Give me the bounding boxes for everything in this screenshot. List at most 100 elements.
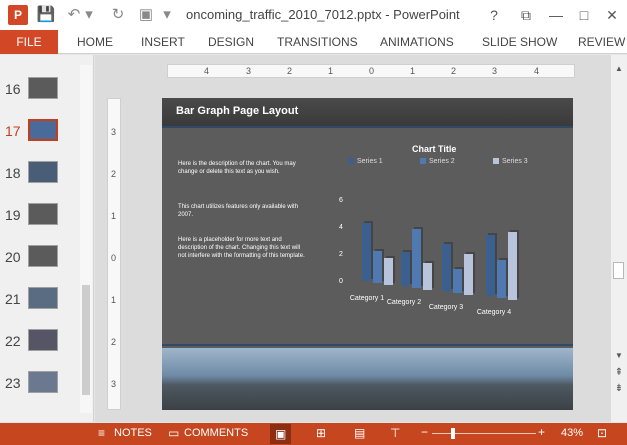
fit-slide-icon[interactable]: ⊡ <box>597 426 607 440</box>
reading-view-icon[interactable]: ▤ <box>354 426 365 440</box>
ruler-label: 2 <box>111 337 117 347</box>
slide-title[interactable]: Bar Graph Page Layout <box>176 105 298 117</box>
slide-preview <box>28 77 58 99</box>
bar-2-3 <box>453 269 462 293</box>
maximize-button[interactable]: □ <box>572 4 596 26</box>
horizontal-ruler: 4 3 2 1 0 1 2 3 4 <box>167 64 575 78</box>
placeholder-paragraph[interactable]: Here is a placeholder for more text and … <box>178 236 310 260</box>
slide-number: 23 <box>5 375 21 391</box>
slide-number: 19 <box>5 207 21 223</box>
slide-show-icon[interactable]: ⊤ <box>390 426 400 440</box>
category-label-4: Category 4 <box>476 309 512 316</box>
slide-preview <box>28 287 58 309</box>
footer-divider-line <box>162 344 573 346</box>
slide-number: 21 <box>5 291 21 307</box>
ruler-label: 1 <box>328 66 334 76</box>
slide-number: 22 <box>5 333 21 349</box>
ruler-label: 3 <box>246 66 252 76</box>
description-paragraph[interactable]: Here is the description of the chart. Yo… <box>178 160 310 176</box>
zoom-out-icon[interactable]: − <box>421 425 428 439</box>
bar-2-1 <box>373 251 382 283</box>
undo-icon[interactable]: ↶ <box>64 5 84 25</box>
next-slide-icon[interactable]: ⇟ <box>611 383 627 394</box>
window-title: oncoming_traffic_2010_7012.pptx - PowerP… <box>186 7 460 22</box>
ruler-label: 0 <box>111 253 117 263</box>
scroll-up-icon[interactable]: ▲ <box>611 64 627 73</box>
bar-3-4 <box>508 232 517 300</box>
category-label-3: Category 3 <box>428 304 464 311</box>
legend-series-3: Series 3 <box>493 158 528 165</box>
minimize-button[interactable]: — <box>544 4 568 26</box>
ruler-label: 2 <box>111 169 117 179</box>
ruler-label: 0 <box>369 66 375 76</box>
tab-review[interactable]: REVIEW <box>578 35 625 49</box>
customize-toolbar-icon[interactable]: ▾ <box>160 5 174 25</box>
save-icon[interactable]: 💾 <box>36 5 56 25</box>
zoom-level[interactable]: 43% <box>561 427 583 439</box>
notes-button[interactable]: NOTES <box>114 427 152 439</box>
tab-file[interactable]: FILE <box>0 30 58 54</box>
legend-swatch <box>348 158 354 165</box>
slide-preview <box>28 371 58 393</box>
thumbnail-scroll-thumb[interactable] <box>82 285 90 395</box>
close-button[interactable]: ✕ <box>600 4 624 26</box>
ruler-label: 4 <box>534 66 540 76</box>
legend-swatch <box>420 158 426 165</box>
zoom-slider[interactable] <box>432 433 536 434</box>
slide-preview <box>28 161 58 183</box>
ribbon-display-options-button[interactable]: ⧉ <box>514 4 538 26</box>
title-divider-line <box>162 126 573 128</box>
comments-icon: ▭ <box>168 426 180 440</box>
category-label-2: Category 2 <box>386 299 422 306</box>
zoom-slider-thumb[interactable] <box>451 428 455 439</box>
canvas-scroll-thumb[interactable] <box>613 262 624 279</box>
bar-1-4 <box>486 235 495 296</box>
help-button[interactable]: ? <box>482 4 506 26</box>
bar-2-2 <box>412 229 421 288</box>
ruler-label: 3 <box>111 379 117 389</box>
ruler-label: 3 <box>492 66 498 76</box>
ruler-label: 1 <box>111 295 117 305</box>
current-slide[interactable]: Bar Graph Page Layout Here is the descri… <box>162 98 573 410</box>
y-tick-label: 4 <box>339 224 343 231</box>
bar-1-3 <box>442 244 451 291</box>
comments-button[interactable]: COMMENTS <box>184 427 248 439</box>
ruler-label: 4 <box>204 66 210 76</box>
undo-dropdown-icon[interactable]: ▾ <box>84 5 94 25</box>
ruler-label: 3 <box>111 127 117 137</box>
slide-preview <box>28 203 58 225</box>
slide-sorter-icon[interactable]: ⊞ <box>316 426 326 440</box>
legend-label: Series 2 <box>429 158 455 165</box>
tab-transitions[interactable]: TRANSITIONS <box>277 35 358 49</box>
previous-slide-icon[interactable]: ⇞ <box>611 367 627 378</box>
slide-preview <box>28 329 58 351</box>
title-bar: P 💾 ↶ ▾ ↻ ▣ ▾ oncoming_traffic_2010_7012… <box>0 0 627 30</box>
tab-animations[interactable]: ANIMATIONS <box>380 35 454 49</box>
ruler-label: 2 <box>451 66 457 76</box>
scroll-down-icon[interactable]: ▼ <box>611 351 627 360</box>
normal-view-icon[interactable]: ▣ <box>270 424 292 444</box>
tab-slide-show[interactable]: SLIDE SHOW <box>482 35 557 49</box>
tab-home[interactable]: HOME <box>77 35 113 49</box>
tab-insert[interactable]: INSERT <box>141 35 185 49</box>
legend-label: Series 1 <box>357 158 383 165</box>
notes-icon: ≡ <box>98 426 106 440</box>
bar-3-2 <box>423 263 432 290</box>
vertical-ruler: 3 2 1 0 1 2 3 <box>107 98 121 410</box>
slide-number: 20 <box>5 249 21 265</box>
compatibility-paragraph[interactable]: This chart utilizes features only availa… <box>178 203 310 219</box>
bar-1-1 <box>362 223 371 281</box>
legend-swatch <box>493 158 499 165</box>
y-tick-label: 0 <box>339 278 343 285</box>
redo-icon[interactable]: ↻ <box>108 5 128 25</box>
chart-title: Chart Title <box>412 144 457 154</box>
highway-traffic-photo[interactable] <box>162 348 573 410</box>
y-tick-label: 6 <box>339 197 343 204</box>
present-from-start-icon[interactable]: ▣ <box>136 5 156 25</box>
legend-series-1: Series 1 <box>348 158 383 165</box>
slide-thumbnail-pane: 16 17 18 19 20 21 22 23 <box>0 55 94 422</box>
zoom-in-icon[interactable]: + <box>538 425 545 439</box>
tab-design[interactable]: DESIGN <box>208 35 254 49</box>
legend-series-2: Series 2 <box>420 158 455 165</box>
ruler-label: 1 <box>410 66 416 76</box>
